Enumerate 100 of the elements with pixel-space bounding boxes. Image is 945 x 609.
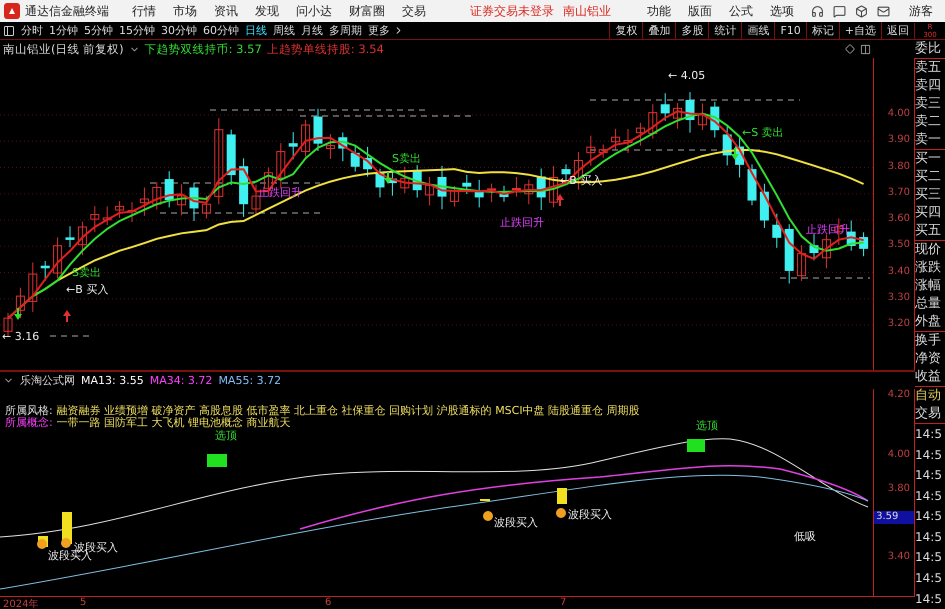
trade-time: 14:5 xyxy=(915,590,943,608)
candle xyxy=(28,262,38,312)
axis-tick-label: 3.20 xyxy=(888,318,910,329)
auto-trade-label[interactable]: 交易 xyxy=(915,405,945,423)
axis-tick-label: 3.80 xyxy=(888,483,910,494)
candle xyxy=(115,200,124,218)
menu-item[interactable]: 财富圈 xyxy=(349,2,385,20)
candle xyxy=(190,182,198,222)
menu-item[interactable]: 公式 xyxy=(729,2,753,20)
diamond-icon[interactable] xyxy=(845,44,855,54)
chart-annotation: 波段买入 xyxy=(494,516,538,530)
candle xyxy=(438,165,446,210)
candle xyxy=(859,232,868,257)
menu-item[interactable]: 市场 xyxy=(173,2,197,20)
headset-icon[interactable] xyxy=(811,4,824,18)
candle xyxy=(177,184,186,216)
menu-item[interactable]: 功能 xyxy=(647,2,671,20)
period-tab[interactable]: 15分钟 xyxy=(116,23,158,38)
app-title: 通达信金融终端 xyxy=(25,2,109,20)
chart-annotation: 止跌回升 xyxy=(500,216,544,229)
axis-tick-label: 3.70 xyxy=(888,186,910,198)
period-tab[interactable]: 日线 xyxy=(242,23,270,38)
candle xyxy=(598,144,608,158)
menu-item[interactable]: 版面 xyxy=(688,2,712,20)
candle xyxy=(128,202,136,223)
up-arrow-icon xyxy=(63,310,71,322)
moving-average-value: MA55: 3.72 xyxy=(218,374,282,388)
down-arrow-icon xyxy=(731,148,739,160)
date-label: 6 xyxy=(325,597,332,608)
candle xyxy=(549,165,558,208)
chart-annotation: ← 3.16 xyxy=(2,330,40,343)
candle xyxy=(487,183,496,203)
quote-label: 涨幅 xyxy=(915,277,942,295)
info-value: 一带一路 国防军工 大飞机 锂电池概念 商业航天 xyxy=(56,416,291,430)
period-tab[interactable]: 月线 xyxy=(298,23,326,38)
period-tab[interactable]: 5分钟 xyxy=(81,23,116,38)
stock-name: 南山铝业 xyxy=(563,2,611,20)
signal-block xyxy=(207,454,227,468)
period-tab[interactable]: 1分钟 xyxy=(46,23,81,38)
candle xyxy=(512,176,521,198)
candle xyxy=(722,126,732,166)
candle xyxy=(474,179,484,208)
mail-icon[interactable] xyxy=(877,4,890,18)
down-arrow-icon xyxy=(14,308,22,320)
period-tab[interactable]: 周线 xyxy=(270,23,298,38)
candle xyxy=(450,185,459,208)
trade-time: 14:5 xyxy=(915,549,943,566)
period-tab[interactable]: 多周期 xyxy=(326,23,365,38)
chart-annotation: 选顶 xyxy=(696,419,718,432)
menu-item[interactable]: 资讯 xyxy=(214,2,238,20)
candle xyxy=(748,164,756,206)
menu-item[interactable]: 发现 xyxy=(255,2,279,20)
trade-time: 14:5 xyxy=(915,426,943,443)
quote-label: 换手 xyxy=(915,332,942,350)
period-tab[interactable]: 60分钟 xyxy=(200,23,242,38)
moving-average-value: MA13: 3.55 xyxy=(81,374,144,388)
trade-time: 14:5 xyxy=(915,528,943,546)
formula-source: 乐淘公式网 xyxy=(20,373,75,388)
trade-time: 14:5 xyxy=(915,446,943,464)
candle xyxy=(376,168,384,198)
quote-label: 总量 xyxy=(915,295,942,313)
date-label: 5 xyxy=(80,597,86,608)
menu-item[interactable]: 选项 xyxy=(770,2,794,20)
login-status[interactable]: 证券交易未登录 xyxy=(470,2,554,20)
chart-annotation: S卖出 xyxy=(392,152,421,165)
menu-item[interactable]: 问小达 xyxy=(296,2,332,20)
menu-item[interactable]: 交易 xyxy=(402,2,426,20)
candle xyxy=(326,134,335,160)
chart-annotation: 选顶 xyxy=(215,429,237,442)
candle xyxy=(350,144,360,172)
candle xyxy=(784,224,794,284)
auto-trade-label[interactable]: 自动 xyxy=(915,387,945,405)
window-icon[interactable] xyxy=(860,44,871,54)
trade-time: 14:5 xyxy=(915,570,943,587)
user-label[interactable]: 游客 xyxy=(909,2,933,20)
candle xyxy=(4,312,12,338)
candle xyxy=(102,206,112,226)
candle xyxy=(686,92,694,134)
candle xyxy=(648,104,658,140)
moving-average-value: MA34: 3.72 xyxy=(150,374,212,388)
buy-signal-icon xyxy=(483,511,493,522)
candle xyxy=(536,168,546,211)
period-tab[interactable]: 分时 xyxy=(18,23,46,38)
candle xyxy=(797,244,806,282)
candle xyxy=(53,236,62,279)
buy-signal-icon xyxy=(61,538,71,548)
axis-tick-label: 3.40 xyxy=(888,551,910,562)
more-button[interactable]: 更多 xyxy=(365,23,393,38)
axis-tick-label: 3.50 xyxy=(888,239,910,250)
up-arrow-icon xyxy=(556,194,564,206)
axis-tick-label: 4.00 xyxy=(888,449,910,460)
period-tab[interactable]: 30分钟 xyxy=(158,23,200,38)
candle xyxy=(276,142,286,189)
menu-item[interactable]: 行情 xyxy=(132,2,156,20)
candle xyxy=(524,179,534,205)
chat-icon[interactable] xyxy=(833,4,846,18)
indicator-value: 上趋势单线持股: 3.54 xyxy=(266,42,384,56)
quote-label: 买四 xyxy=(915,204,942,222)
date-label: 2024年 xyxy=(3,598,38,609)
box-icon[interactable] xyxy=(855,4,868,18)
